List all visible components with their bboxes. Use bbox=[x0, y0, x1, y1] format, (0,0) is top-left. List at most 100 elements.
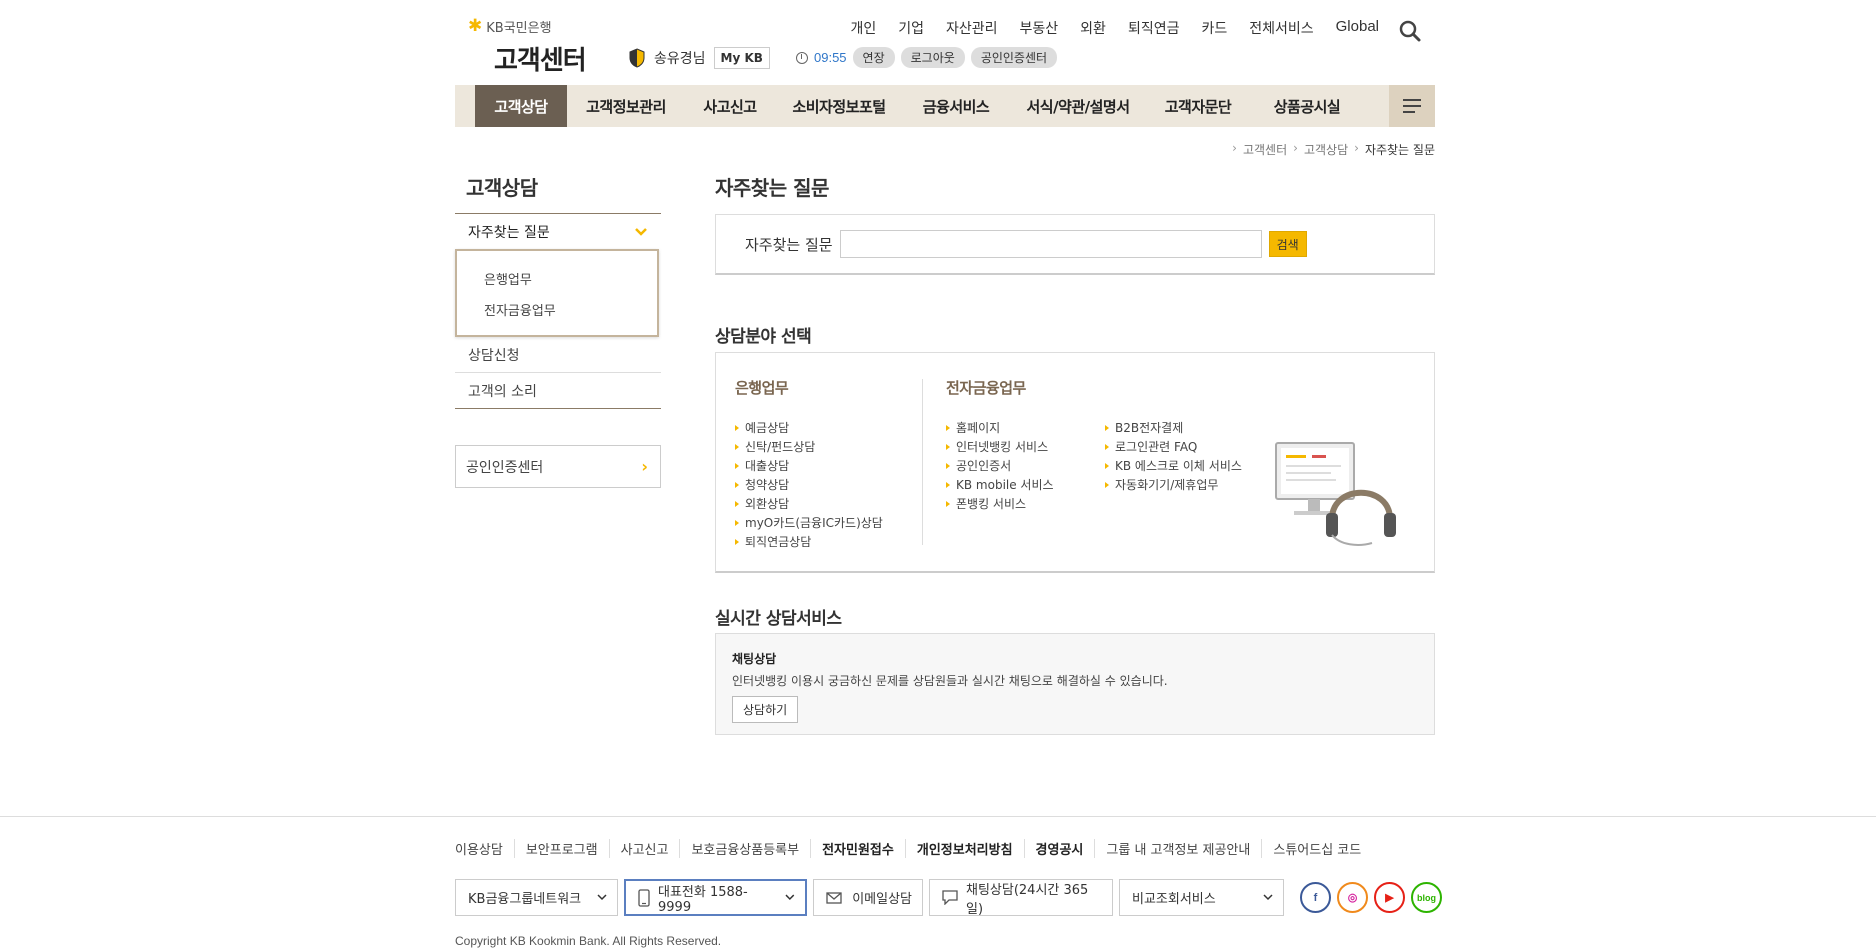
top-nav-forex[interactable]: 외환 bbox=[1080, 18, 1106, 38]
list-item[interactable]: 인터넷뱅킹 서비스 bbox=[946, 438, 1054, 457]
mail-icon bbox=[826, 891, 842, 904]
list-item[interactable]: KB mobile 서비스 bbox=[946, 476, 1054, 495]
footer-link[interactable]: 이용상담 bbox=[455, 839, 514, 858]
list-item[interactable]: 신탁/펀드상담 bbox=[735, 438, 883, 457]
page-title: 자주찾는 질문 bbox=[715, 176, 829, 200]
cert-center-label: 공인인증센터 bbox=[466, 459, 544, 476]
email-label: 이메일상담 bbox=[852, 892, 912, 907]
headset-monitor-icon bbox=[1275, 442, 1396, 546]
main-nav: 고객상담 고객정보관리 사고신고 소비자정보포털 금융서비스 서식/약관/설명서… bbox=[455, 85, 1435, 127]
chat-bubble-icon bbox=[942, 890, 958, 905]
ebank-list-a: 홈페이지 인터넷뱅킹 서비스 공인인증서 KB mobile 서비스 폰뱅킹 서… bbox=[946, 419, 1054, 514]
list-item[interactable]: KB 에스크로 이체 서비스 bbox=[1105, 457, 1242, 476]
session-time: 09:55 bbox=[814, 50, 847, 65]
facebook-icon[interactable]: f bbox=[1300, 882, 1331, 913]
top-nav-global[interactable]: Global bbox=[1336, 18, 1379, 38]
cert-center-button[interactable]: 공인인증센터 bbox=[970, 47, 1058, 68]
blog-icon[interactable]: blog bbox=[1411, 882, 1442, 913]
breadcrumb-item[interactable]: 고객센터 bbox=[1243, 141, 1287, 158]
list-item[interactable]: 홈페이지 bbox=[946, 419, 1054, 438]
list-item[interactable]: B2B전자결제 bbox=[1105, 419, 1242, 438]
gnb-advisory[interactable]: 고객자문단 bbox=[1147, 85, 1249, 127]
list-item[interactable]: 폰뱅킹 서비스 bbox=[946, 495, 1054, 514]
session-area: 09:55 연장 로그아웃 공인인증센터 bbox=[796, 47, 1058, 68]
top-nav-realestate[interactable]: 부동산 bbox=[1020, 18, 1059, 38]
footer-link[interactable]: 스튜어드십 코드 bbox=[1261, 839, 1372, 858]
list-item[interactable]: 로그인관련 FAQ bbox=[1105, 438, 1242, 457]
gnb-consumer-portal[interactable]: 소비자정보포털 bbox=[775, 85, 903, 127]
email-button[interactable]: 이메일상담 bbox=[813, 879, 923, 916]
breadcrumb-item[interactable]: 고객상담 bbox=[1304, 141, 1348, 158]
mykb-button[interactable]: My KB bbox=[713, 47, 770, 69]
lnb-current-item[interactable]: 자주찾는 질문 bbox=[455, 213, 661, 249]
top-nav-corporate[interactable]: 기업 bbox=[898, 18, 924, 38]
chat-service-box: 채팅상담 인터넷뱅킹 이용시 궁금하신 문제를 상담원들과 실시간 채팅으로 해… bbox=[715, 633, 1435, 735]
search-button[interactable]: 검색 bbox=[1268, 231, 1307, 257]
area-select-box: 은행업무 예금상담 신탁/펀드상담 대출상담 청약상담 외환상담 myO카드(금… bbox=[715, 352, 1435, 573]
list-item[interactable]: 청약상담 bbox=[735, 476, 883, 495]
lnb-submenu: 은행업무 전자금융업무 bbox=[455, 249, 659, 337]
cert-center-link[interactable]: 공인인증센터 › bbox=[455, 445, 661, 488]
phone-select[interactable]: 대표전화 1588-9999 bbox=[624, 879, 807, 916]
top-nav-all-services[interactable]: 전체서비스 bbox=[1249, 18, 1313, 38]
chat-counsel-button[interactable]: 채팅상담(24시간 365일) bbox=[929, 879, 1113, 917]
footer-link[interactable]: 전자민원접수 bbox=[810, 839, 905, 858]
chat-counsel-label: 채팅상담(24시간 365일) bbox=[966, 882, 1089, 917]
lnb-sub-bank[interactable]: 은행업무 bbox=[457, 263, 657, 294]
footer-link[interactable]: 그룹 내 고객정보 제공안내 bbox=[1094, 839, 1261, 858]
gnb-product-disclosure[interactable]: 상품공시실 bbox=[1249, 85, 1365, 127]
menu-icon-line bbox=[1403, 111, 1415, 113]
faq-search-label: 자주찾는 질문 bbox=[745, 235, 833, 254]
gnb-counsel[interactable]: 고객상담 bbox=[475, 85, 567, 127]
bank-list: 예금상담 신탁/펀드상담 대출상담 청약상담 외환상담 myO카드(금융IC카드… bbox=[735, 419, 883, 552]
gnb-accident-report[interactable]: 사고신고 bbox=[685, 85, 775, 127]
footer-divider bbox=[0, 816, 1876, 817]
lnb-sub-ebank[interactable]: 전자금융업무 bbox=[457, 294, 657, 325]
sns-links: f ◎ ▶ blog bbox=[1300, 882, 1442, 913]
top-nav: 개인 기업 자산관리 부동산 외환 퇴직연금 카드 전체서비스 Global bbox=[850, 18, 1379, 38]
breadcrumb-sep: › bbox=[1293, 141, 1298, 155]
footer-link[interactable]: 보호금융상품등록부 bbox=[679, 839, 810, 858]
site-title[interactable]: 고객센터 bbox=[494, 40, 587, 77]
top-nav-pension[interactable]: 퇴직연금 bbox=[1128, 18, 1180, 38]
list-item[interactable]: 외환상담 bbox=[735, 495, 883, 514]
chevron-down-icon bbox=[785, 894, 795, 900]
all-menu-button[interactable] bbox=[1389, 85, 1435, 127]
logout-button[interactable]: 로그아웃 bbox=[900, 47, 965, 68]
chevron-down-icon bbox=[635, 227, 647, 236]
kb-logo[interactable]: ✱ KB국민은행 bbox=[468, 17, 552, 37]
footer-link[interactable]: 보안프로그램 bbox=[513, 839, 609, 858]
divider bbox=[922, 379, 923, 545]
phone-label: 대표전화 1588-9999 bbox=[658, 884, 748, 915]
lnb-current-label: 자주찾는 질문 bbox=[468, 224, 550, 241]
realtime-title: 실시간 상담서비스 bbox=[715, 609, 842, 629]
top-nav-wealth[interactable]: 자산관리 bbox=[946, 18, 998, 38]
lnb-item-apply[interactable]: 상담신청 bbox=[455, 337, 661, 373]
list-item[interactable]: 공인인증서 bbox=[946, 457, 1054, 476]
list-item[interactable]: myO카드(금융IC카드)상담 bbox=[735, 514, 883, 533]
gnb-forms[interactable]: 서식/약관/설명서 bbox=[1009, 85, 1147, 127]
gnb-customer-info[interactable]: 고객정보관리 bbox=[567, 85, 685, 127]
top-nav-personal[interactable]: 개인 bbox=[850, 18, 876, 38]
list-item[interactable]: 대출상담 bbox=[735, 457, 883, 476]
extend-button[interactable]: 연장 bbox=[852, 47, 895, 68]
youtube-icon[interactable]: ▶ bbox=[1374, 882, 1405, 913]
list-item[interactable]: 퇴직연금상담 bbox=[735, 533, 883, 552]
footer-link[interactable]: 사고신고 bbox=[608, 839, 680, 858]
chat-start-button[interactable]: 상담하기 bbox=[732, 696, 799, 723]
footer-link[interactable]: 개인정보처리방침 bbox=[904, 839, 1024, 858]
compare-select[interactable]: 비교조회서비스 bbox=[1119, 879, 1284, 916]
list-item[interactable]: 예금상담 bbox=[735, 419, 883, 438]
clock-icon bbox=[796, 51, 808, 64]
faq-search-input[interactable] bbox=[839, 230, 1262, 258]
instagram-icon[interactable]: ◎ bbox=[1337, 882, 1368, 913]
lnb-item-voice[interactable]: 고객의 소리 bbox=[455, 373, 661, 409]
group-network-select[interactable]: KB금융그룹네트워크 bbox=[455, 879, 618, 916]
footer-link[interactable]: 경영공시 bbox=[1023, 839, 1095, 858]
gnb-finance-service[interactable]: 금융서비스 bbox=[903, 85, 1009, 127]
phone-icon bbox=[638, 888, 650, 907]
top-nav-card[interactable]: 카드 bbox=[1201, 18, 1227, 38]
bank-title: 은행업무 bbox=[735, 379, 789, 397]
list-item[interactable]: 자동화기기/제휴업무 bbox=[1105, 476, 1242, 495]
search-icon[interactable] bbox=[1398, 19, 1422, 43]
